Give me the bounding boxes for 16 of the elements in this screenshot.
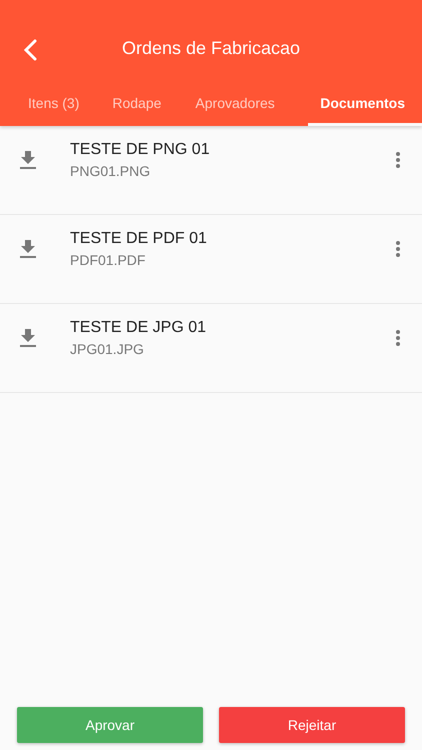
document-title: TESTE DE PDF 01 — [70, 230, 208, 248]
tab[interactable]: Itens (3) — [16, 80, 92, 126]
document-title: TESTE DE PNG 01 — [70, 141, 211, 159]
screen-title: Ordens de Fabricacao — [122, 38, 300, 58]
file-name: JPG01.JPG — [70, 341, 145, 357]
approve-button[interactable]: Aprovar — [17, 707, 203, 743]
download-icon[interactable] — [20, 240, 36, 258]
reject-button[interactable]: Rejeitar — [219, 707, 405, 743]
tab[interactable]: Documentos — [308, 80, 422, 126]
download-icon[interactable] — [20, 151, 36, 169]
tab[interactable]: Aprovadores — [183, 80, 287, 126]
file-name: PDF01.PDF — [70, 252, 146, 268]
tab[interactable]: Rodape — [100, 80, 174, 126]
file-name: PNG01.PNG — [70, 163, 152, 179]
document-title: TESTE DE JPG 01 — [70, 319, 208, 337]
download-icon[interactable] — [20, 329, 36, 347]
